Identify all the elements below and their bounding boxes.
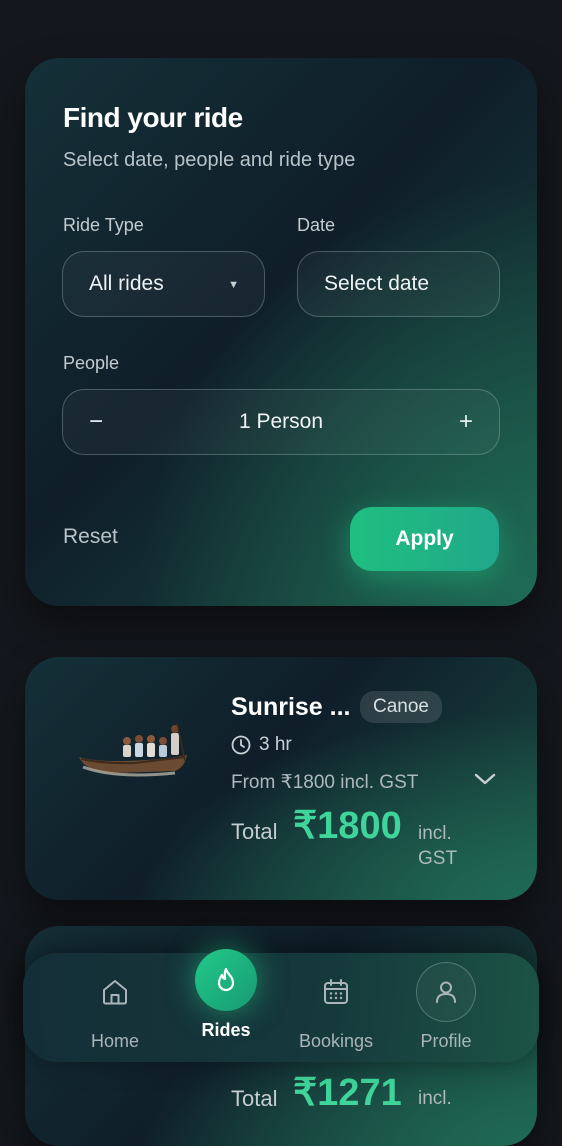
total-price: ₹1800 [293,805,402,847]
tax-note: incl. [418,1088,452,1109]
nav-item-bookings[interactable]: Bookings [286,953,386,1062]
nav-label-bookings: Bookings [298,1031,374,1051]
date-field[interactable]: Select date [297,251,500,317]
ride-type-value: All rides [89,272,164,295]
tax-note: incl. GST [418,823,458,869]
increment-button[interactable]: + [459,408,473,436]
nav-item-rides[interactable]: Rides [176,949,276,1062]
chevron-down-icon[interactable] [473,769,497,789]
user-icon [416,962,476,1022]
people-stepper: − 1 Person + [62,389,500,455]
nav-item-profile[interactable]: Profile [396,953,496,1062]
caret-down-icon: ▼ [228,279,239,291]
apply-button[interactable]: Apply [350,507,499,571]
nav-item-home[interactable]: Home [65,953,165,1062]
date-label: Date [297,215,336,235]
total-label: Total [231,819,278,844]
ride-type-select[interactable]: All rides ▼ [62,251,265,317]
decrement-button[interactable]: − [89,408,103,436]
duration-row: 3 hr [231,734,292,756]
ride-card[interactable]: Sunrise ... Canoe 3 hr From ₹1800 incl. … [25,657,537,900]
flame-icon [195,949,257,1011]
ride-type-badge: Canoe [360,691,442,723]
nav-label-home: Home [90,1031,139,1051]
filter-title: Find your ride [63,102,243,133]
canoe-image [79,722,187,777]
people-label: People [63,353,120,373]
clock-icon [231,735,251,755]
home-icon [100,977,130,1007]
filter-card: Find your ride Select date, people and r… [25,58,537,606]
calendar-icon [321,977,351,1007]
ride-type-label: Ride Type [63,215,144,235]
total-label: Total [231,1086,278,1111]
date-placeholder: Select date [324,272,430,295]
bottom-nav: Home Rides Bookings Profile [23,949,539,1062]
total-price: ₹1271 [293,1072,402,1114]
filter-subtitle: Select date, people and ride type [63,149,356,171]
from-price: From ₹1800 incl. GST [231,772,419,793]
reset-button[interactable]: Reset [63,525,118,549]
nav-label-rides: Rides [201,1020,251,1040]
nav-label-profile: Profile [420,1031,472,1051]
ride-name: Sunrise ... [231,693,351,721]
duration-text: 3 hr [259,734,292,755]
people-count: 1 Person [238,410,324,433]
